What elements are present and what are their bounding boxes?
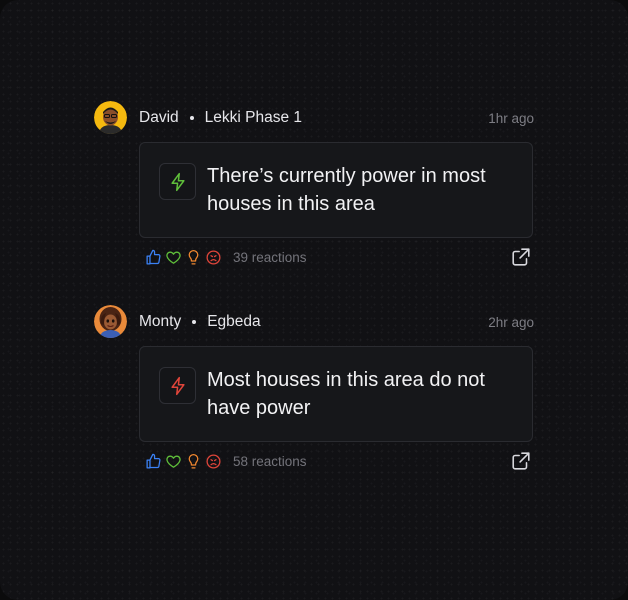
user-name[interactable]: Monty [139, 313, 181, 331]
avatar[interactable] [94, 305, 127, 338]
post-header: Monty Egbeda 2hr ago [94, 305, 534, 339]
location-label: Egbeda [207, 313, 261, 330]
post-meta: David Lekki Phase 1 [139, 109, 302, 127]
heart-icon[interactable] [163, 451, 183, 471]
lightning-icon [170, 172, 185, 191]
reaction-bar: 58 reactions [143, 451, 307, 471]
lightbulb-icon[interactable] [183, 451, 203, 471]
lightning-icon [170, 376, 185, 395]
separator-dot [189, 116, 194, 120]
post-message-box: There’s currently power in most houses i… [139, 142, 533, 238]
heart-icon[interactable] [163, 247, 183, 267]
lightbulb-icon[interactable] [183, 247, 203, 267]
avatar[interactable] [94, 101, 127, 134]
post-header: David Lekki Phase 1 1hr ago [94, 101, 534, 135]
reaction-bar: 39 reactions [143, 247, 307, 267]
share-icon[interactable] [509, 245, 533, 269]
feed-card: David Lekki Phase 1 1hr ago There’s curr… [0, 0, 628, 600]
timestamp: 1hr ago [488, 111, 534, 126]
user-name[interactable]: David [139, 109, 179, 127]
power-status-icon-box [159, 367, 196, 404]
reaction-count[interactable]: 39 reactions [233, 250, 307, 265]
reaction-count[interactable]: 58 reactions [233, 454, 307, 469]
thumbs-up-icon[interactable] [143, 451, 163, 471]
post-message: There’s currently power in most houses i… [207, 165, 486, 215]
power-status-icon-box [159, 163, 196, 200]
share-icon[interactable] [509, 449, 533, 473]
separator-dot [192, 320, 197, 324]
thumbs-up-icon[interactable] [143, 247, 163, 267]
sad-face-icon[interactable] [203, 247, 223, 267]
sad-face-icon[interactable] [203, 451, 223, 471]
post-meta: Monty Egbeda [139, 313, 261, 331]
post-message-box: Most houses in this area do not have pow… [139, 346, 533, 442]
timestamp: 2hr ago [488, 315, 534, 330]
location-label: Lekki Phase 1 [204, 109, 303, 126]
post: David Lekki Phase 1 1hr ago There’s curr… [94, 101, 534, 266]
post-message: Most houses in this area do not have pow… [207, 369, 485, 419]
post: Monty Egbeda 2hr ago Most houses in this… [94, 305, 534, 470]
